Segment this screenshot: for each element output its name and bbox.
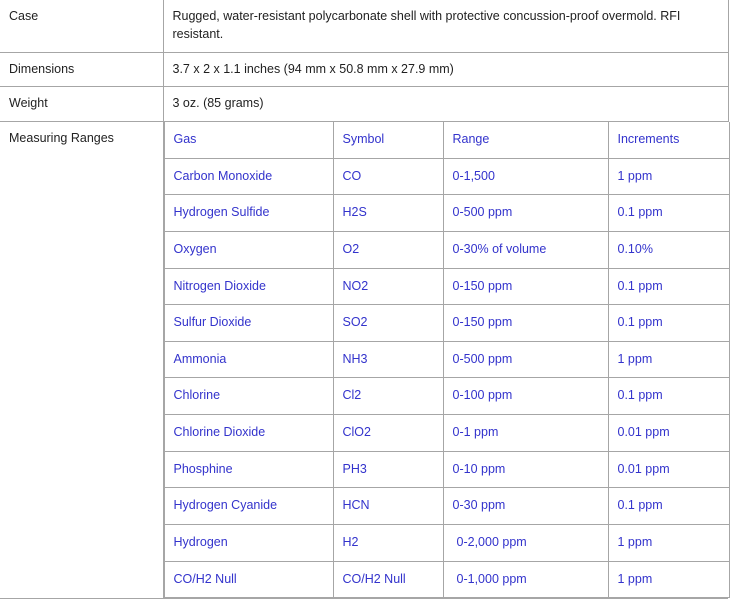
cell-range: 0-1,500 [442, 158, 609, 196]
cell-increments: 1 ppm [607, 561, 730, 599]
cell-symbol: CO/H2 Null [332, 561, 444, 599]
cell-increments: 0.01 ppm [607, 451, 730, 489]
cell-gas: Hydrogen Sulfide [163, 194, 334, 232]
table-row-case: Case Rugged, water-resistant polycarbona… [0, 0, 729, 53]
table-row: Nitrogen Dioxide NO2 0-150 ppm 0.1 ppm [163, 268, 730, 306]
spec-value-weight: 3 oz. (85 grams) [163, 86, 729, 122]
cell-symbol: H2 [332, 524, 444, 562]
cell-symbol: Cl2 [332, 377, 444, 415]
measuring-ranges-cell: Gas Symbol Range Increments Carbon Monox… [163, 120, 730, 599]
cell-increments: 0.1 ppm [607, 268, 730, 306]
cell-range: 0-30% of volume [442, 231, 609, 269]
table-row: CO/H2 Null CO/H2 Null 0-1,000 ppm 1 ppm [163, 561, 730, 599]
gas-measuring-ranges-table: Gas Symbol Range Increments Carbon Monox… [163, 122, 730, 599]
spec-value-dimensions: 3.7 x 2 x 1.1 inches (94 mm x 50.8 mm x … [163, 51, 729, 88]
cell-gas: Hydrogen Cyanide [163, 487, 334, 525]
cell-increments: 0.10% [607, 231, 730, 269]
spec-label-case: Case [0, 0, 164, 53]
cell-gas: Hydrogen [163, 524, 334, 562]
cell-symbol: H2S [332, 194, 444, 232]
cell-range: 0-2,000 ppm [442, 524, 609, 562]
table-row: Carbon Monoxide CO 0-1,500 1 ppm [163, 158, 730, 196]
table-row: Hydrogen Sulfide H2S 0-500 ppm 0.1 ppm [163, 194, 730, 232]
cell-gas: Ammonia [163, 341, 334, 379]
cell-symbol: O2 [332, 231, 444, 269]
gas-table-header-row: Gas Symbol Range Increments [163, 122, 730, 159]
spec-label-measuring-ranges: Measuring Ranges [0, 120, 164, 599]
specifications-table: Case Rugged, water-resistant polycarbona… [0, 0, 730, 599]
cell-range: 0-100 ppm [442, 377, 609, 415]
table-row: Oxygen O2 0-30% of volume 0.10% [163, 231, 730, 269]
table-row: Hydrogen Cyanide HCN 0-30 ppm 0.1 ppm [163, 487, 730, 525]
cell-gas: Phosphine [163, 451, 334, 489]
cell-increments: 1 ppm [607, 158, 730, 196]
cell-increments: 1 ppm [607, 524, 730, 562]
table-row-dimensions: Dimensions 3.7 x 2 x 1.1 inches (94 mm x… [0, 51, 729, 88]
table-row: Chlorine Dioxide ClO2 0-1 ppm 0.01 ppm [163, 414, 730, 452]
cell-gas: Sulfur Dioxide [163, 304, 334, 342]
cell-symbol: ClO2 [332, 414, 444, 452]
cell-range: 0-150 ppm [442, 304, 609, 342]
cell-gas: Chlorine Dioxide [163, 414, 334, 452]
column-header-increments: Increments [607, 122, 730, 159]
cell-increments: 0.1 ppm [607, 377, 730, 415]
spec-value-case: Rugged, water-resistant polycarbonate sh… [163, 0, 729, 53]
cell-gas: CO/H2 Null [163, 561, 334, 599]
cell-gas: Chlorine [163, 377, 334, 415]
cell-range: 0-1,000 ppm [442, 561, 609, 599]
table-row-weight: Weight 3 oz. (85 grams) [0, 86, 729, 122]
spec-label-dimensions: Dimensions [0, 51, 164, 88]
table-row-measuring-ranges: Measuring Ranges Gas Symbol Range Increm… [0, 120, 730, 599]
table-row: Chlorine Cl2 0-100 ppm 0.1 ppm [163, 377, 730, 415]
cell-symbol: CO [332, 158, 444, 196]
table-row: Ammonia NH3 0-500 ppm 1 ppm [163, 341, 730, 379]
cell-range: 0-10 ppm [442, 451, 609, 489]
cell-increments: 0.1 ppm [607, 194, 730, 232]
table-row: Hydrogen H2 0-2,000 ppm 1 ppm [163, 524, 730, 562]
table-row: Phosphine PH3 0-10 ppm 0.01 ppm [163, 451, 730, 489]
cell-increments: 1 ppm [607, 341, 730, 379]
cell-symbol: PH3 [332, 451, 444, 489]
cell-symbol: SO2 [332, 304, 444, 342]
cell-increments: 0.1 ppm [607, 304, 730, 342]
cell-range: 0-500 ppm [442, 194, 609, 232]
cell-symbol: HCN [332, 487, 444, 525]
cell-range: 0-1 ppm [442, 414, 609, 452]
column-header-symbol: Symbol [332, 122, 444, 159]
column-header-range: Range [442, 122, 609, 159]
cell-range: 0-500 ppm [442, 341, 609, 379]
cell-symbol: NO2 [332, 268, 444, 306]
cell-gas: Oxygen [163, 231, 334, 269]
cell-increments: 0.01 ppm [607, 414, 730, 452]
cell-symbol: NH3 [332, 341, 444, 379]
spec-label-weight: Weight [0, 86, 164, 122]
column-header-gas: Gas [163, 122, 334, 159]
cell-gas: Carbon Monoxide [163, 158, 334, 196]
cell-range: 0-30 ppm [442, 487, 609, 525]
cell-increments: 0.1 ppm [607, 487, 730, 525]
cell-gas: Nitrogen Dioxide [163, 268, 334, 306]
table-row: Sulfur Dioxide SO2 0-150 ppm 0.1 ppm [163, 304, 730, 342]
cell-range: 0-150 ppm [442, 268, 609, 306]
